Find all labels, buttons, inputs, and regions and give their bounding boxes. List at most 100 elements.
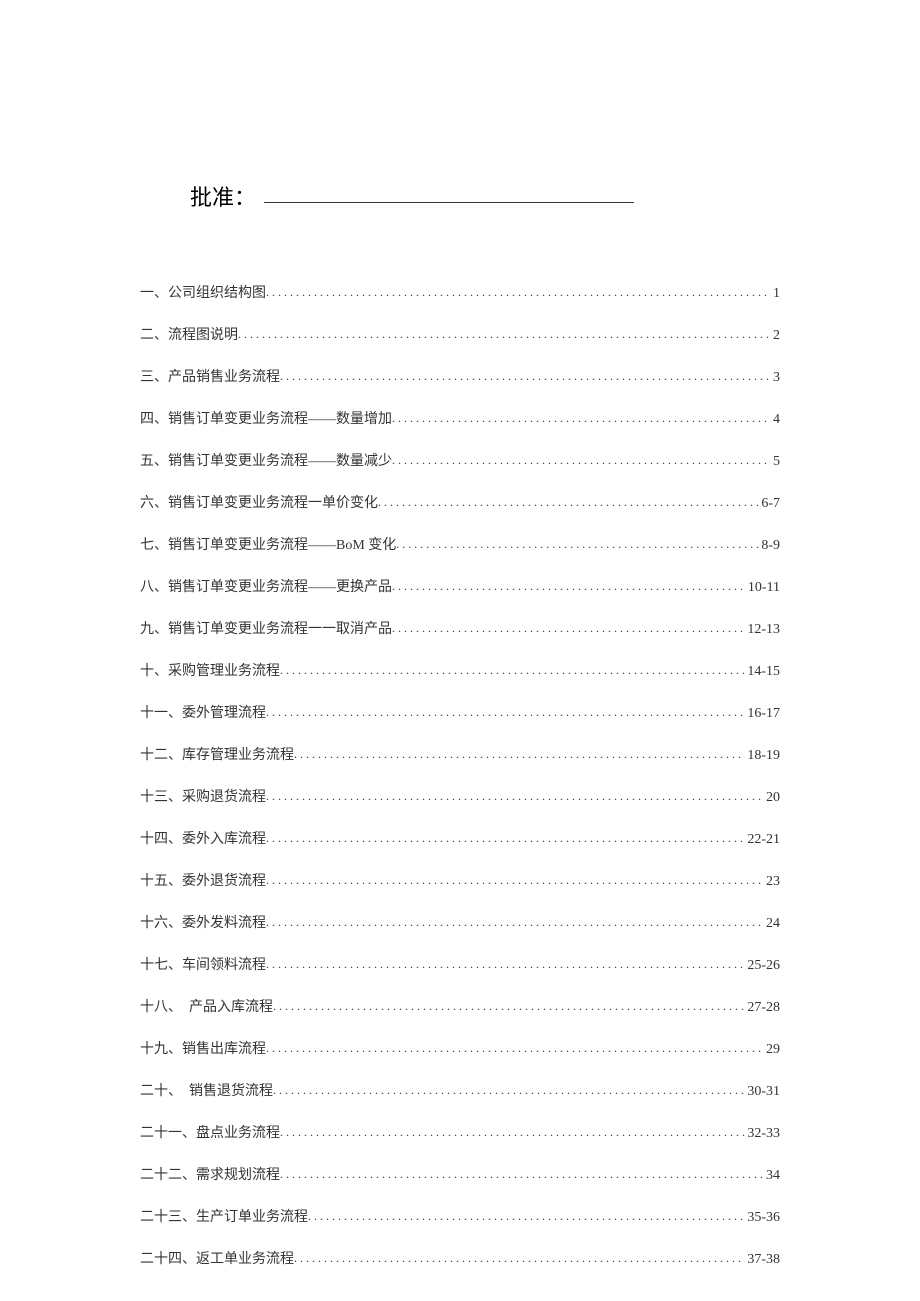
toc-dots (266, 915, 764, 930)
toc-page: 25-26 (745, 958, 780, 974)
toc-entry: 十五、委外退货流程 23 (140, 870, 780, 890)
toc-dots (266, 285, 771, 300)
toc-page: 5 (771, 454, 780, 470)
toc-title: 十八、 产品入库流程 (140, 996, 273, 1016)
toc-entry: 二十三、生产订单业务流程 35-36 (140, 1206, 780, 1226)
toc-page: 29 (764, 1042, 780, 1058)
toc-dots (238, 327, 771, 342)
toc-dots (396, 537, 759, 552)
toc-title: 二十三、生产订单业务流程 (140, 1206, 308, 1226)
toc-page: 8-9 (759, 538, 780, 554)
toc-page: 18-19 (745, 748, 780, 764)
toc-title: 十、采购管理业务流程 (140, 660, 280, 680)
toc-page: 35-36 (745, 1210, 780, 1226)
toc-entry: 二十、 销售退货流程 30-31 (140, 1080, 780, 1100)
toc-page: 2 (771, 328, 780, 344)
toc-entry: 七、销售订单变更业务流程——BoM 变化 8-9 (140, 534, 780, 554)
toc-title: 十三、采购退货流程 (140, 786, 266, 806)
toc-dots (280, 369, 771, 384)
toc-title: 十七、车间领料流程 (140, 954, 266, 974)
toc-page: 10-11 (746, 580, 780, 596)
toc-entry: 十三、采购退货流程 20 (140, 786, 780, 806)
toc-entry: 九、销售订单变更业务流程一一取消产品 12-13 (140, 618, 780, 638)
toc-dots (392, 453, 771, 468)
toc-title: 六、销售订单变更业务流程一单价变化 (140, 492, 378, 512)
toc-dots (266, 957, 745, 972)
table-of-contents: 一、公司组织结构图 1 二、流程图说明 2 三、产品销售业务流程 3 四、销售订… (140, 282, 780, 1268)
toc-dots (308, 1209, 745, 1224)
toc-entry: 二、流程图说明 2 (140, 324, 780, 344)
toc-entry: 十六、委外发料流程 24 (140, 912, 780, 932)
toc-entry: 二十四、返工单业务流程 37-38 (140, 1248, 780, 1268)
toc-page: 22-21 (745, 832, 780, 848)
toc-entry: 十四、委外入库流程 22-21 (140, 828, 780, 848)
toc-dots (392, 579, 746, 594)
toc-title: 二十四、返工单业务流程 (140, 1248, 294, 1268)
toc-dots (294, 747, 745, 762)
toc-dots (280, 1167, 764, 1182)
toc-entry: 十一、委外管理流程 16-17 (140, 702, 780, 722)
toc-title: 二十、 销售退货流程 (140, 1080, 273, 1100)
toc-title: 五、销售订单变更业务流程——数量减少 (140, 450, 392, 470)
toc-title: 一、公司组织结构图 (140, 282, 266, 302)
toc-title: 二十二、需求规划流程 (140, 1164, 280, 1184)
approval-underline (264, 202, 634, 203)
toc-entry: 八、销售订单变更业务流程——更换产品 10-11 (140, 576, 780, 596)
toc-page: 30-31 (745, 1084, 780, 1100)
toc-title: 十二、库存管理业务流程 (140, 744, 294, 764)
toc-dots (266, 705, 745, 720)
toc-page: 27-28 (745, 1000, 780, 1016)
toc-entry: 二十二、需求规划流程 34 (140, 1164, 780, 1184)
toc-dots (273, 999, 745, 1014)
toc-entry: 五、销售订单变更业务流程——数量减少 5 (140, 450, 780, 470)
toc-page: 37-38 (745, 1252, 780, 1268)
toc-title: 二、流程图说明 (140, 324, 238, 344)
toc-entry: 十二、库存管理业务流程 18-19 (140, 744, 780, 764)
toc-entry: 三、产品销售业务流程 3 (140, 366, 780, 386)
toc-entry: 四、销售订单变更业务流程——数量增加 4 (140, 408, 780, 428)
toc-entry: 六、销售订单变更业务流程一单价变化 6-7 (140, 492, 780, 512)
toc-page: 34 (764, 1168, 780, 1184)
toc-dots (392, 411, 771, 426)
toc-page: 6-7 (759, 496, 780, 512)
toc-entry: 十七、车间领料流程 25-26 (140, 954, 780, 974)
toc-title: 四、销售订单变更业务流程——数量增加 (140, 408, 392, 428)
toc-dots (392, 621, 745, 636)
toc-dots (266, 831, 745, 846)
toc-page: 4 (771, 412, 780, 428)
toc-title: 九、销售订单变更业务流程一一取消产品 (140, 618, 392, 638)
toc-title: 三、产品销售业务流程 (140, 366, 280, 386)
toc-page: 14-15 (745, 664, 780, 680)
toc-entry: 一、公司组织结构图 1 (140, 282, 780, 302)
toc-dots (294, 1251, 745, 1266)
toc-page: 24 (764, 916, 780, 932)
toc-title: 十一、委外管理流程 (140, 702, 266, 722)
toc-title: 十四、委外入库流程 (140, 828, 266, 848)
toc-title: 七、销售订单变更业务流程——BoM 变化 (140, 534, 396, 554)
toc-dots (378, 495, 759, 510)
toc-dots (266, 1041, 764, 1056)
approval-section: 批准： (190, 180, 780, 212)
toc-entry: 二十一、盘点业务流程 32-33 (140, 1122, 780, 1142)
toc-dots (266, 789, 764, 804)
toc-entry: 十八、 产品入库流程 27-28 (140, 996, 780, 1016)
toc-page: 12-13 (745, 622, 780, 638)
toc-dots (280, 1125, 745, 1140)
toc-page: 1 (771, 286, 780, 302)
toc-page: 16-17 (745, 706, 780, 722)
toc-entry: 十九、销售出库流程 29 (140, 1038, 780, 1058)
toc-page: 20 (764, 790, 780, 806)
toc-title: 十九、销售出库流程 (140, 1038, 266, 1058)
toc-title: 二十一、盘点业务流程 (140, 1122, 280, 1142)
toc-page: 23 (764, 874, 780, 890)
toc-title: 八、销售订单变更业务流程——更换产品 (140, 576, 392, 596)
toc-page: 3 (771, 370, 780, 386)
toc-dots (266, 873, 764, 888)
toc-entry: 十、采购管理业务流程 14-15 (140, 660, 780, 680)
toc-dots (273, 1083, 745, 1098)
toc-page: 32-33 (745, 1126, 780, 1142)
toc-dots (280, 663, 745, 678)
toc-title: 十五、委外退货流程 (140, 870, 266, 890)
approval-label: 批准： (190, 180, 256, 212)
toc-title: 十六、委外发料流程 (140, 912, 266, 932)
